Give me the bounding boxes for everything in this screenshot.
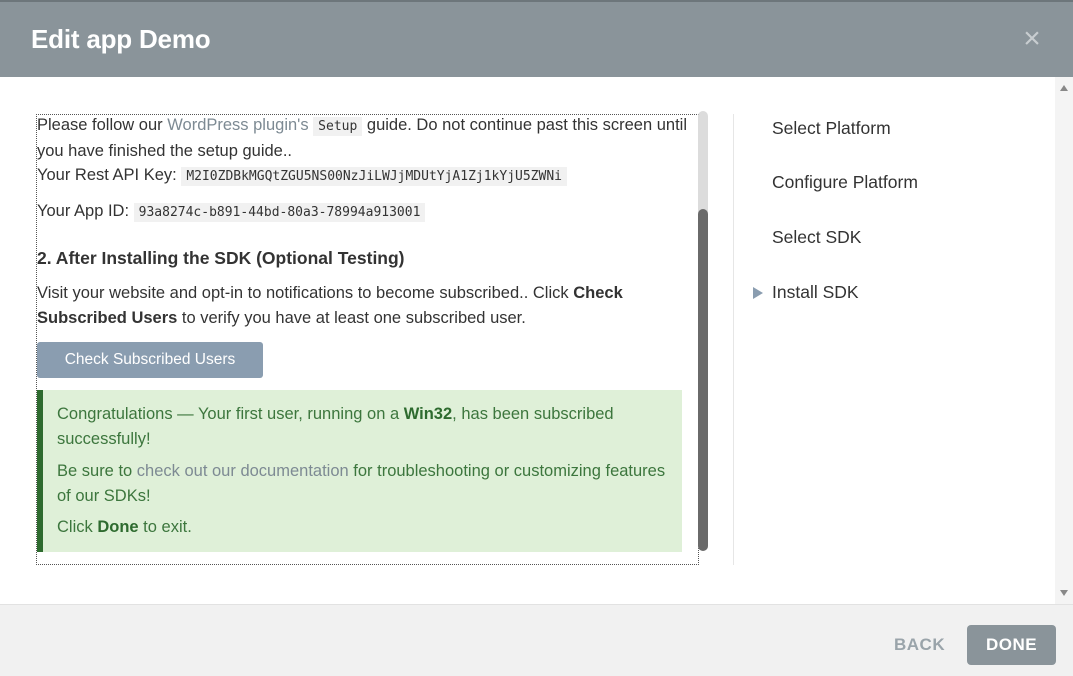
page-scrollbar[interactable]	[1055, 77, 1073, 604]
done-bold: Done	[97, 518, 139, 536]
rest-api-key-label: Your Rest API Key:	[37, 166, 177, 184]
docs-text: Be sure to	[57, 462, 137, 480]
modal-footer: BACK DONE	[0, 604, 1073, 676]
section-heading: 2. After Installing the SDK (Optional Te…	[37, 248, 405, 268]
visit-paragraph: Visit your website and opt-in to notific…	[37, 281, 677, 331]
back-button[interactable]: BACK	[894, 635, 945, 655]
modal-header: Edit app Demo ×	[0, 0, 1073, 77]
documentation-link[interactable]: check out our documentation	[137, 462, 349, 480]
current-step-arrow-icon	[753, 287, 763, 299]
visit-text: Visit your website and opt-in to notific…	[37, 284, 574, 302]
app-id-label: Your App ID:	[37, 202, 130, 220]
content-scroll-thumb[interactable]	[698, 209, 708, 551]
exit-text-after: to exit.	[138, 518, 192, 536]
app-id-row: Your App ID: 93a8274c-b891-44bd-80a3-789…	[37, 199, 426, 225]
visit-text-after: to verify you have at least one subscrib…	[177, 309, 526, 327]
content-scrollbar[interactable]	[698, 111, 708, 551]
install-instructions-pane[interactable]: Please follow our WordPress plugin's Set…	[36, 114, 699, 565]
success-line-1: Congratulations — Your first user, runni…	[57, 402, 667, 452]
step-configure-platform[interactable]: Configure Platform	[772, 172, 918, 193]
success-alert: Congratulations — Your first user, runni…	[37, 390, 682, 552]
step-select-platform[interactable]: Select Platform	[772, 118, 891, 139]
rest-api-key-value[interactable]: M2I0ZDBkMGQtZGU5NS00NzJiLWJjMDUtYjA1Zj1k…	[181, 167, 567, 186]
success-text: Congratulations — Your first user, runni…	[57, 405, 404, 423]
intro-text: Please follow our	[37, 116, 168, 134]
intro-paragraph: Please follow our WordPress plugin's Set…	[37, 115, 687, 164]
scroll-down-icon[interactable]	[1060, 590, 1068, 596]
steps-divider	[733, 114, 734, 565]
scroll-up-icon[interactable]	[1060, 85, 1068, 91]
modal-title: Edit app Demo	[31, 24, 211, 54]
step-select-sdk[interactable]: Select SDK	[772, 227, 861, 248]
done-button[interactable]: DONE	[967, 625, 1056, 665]
rest-api-key-row: Your Rest API Key: M2I0ZDBkMGQtZGU5NS00N…	[37, 163, 567, 189]
app-id-value[interactable]: 93a8274c-b891-44bd-80a3-78994a913001	[133, 203, 426, 222]
exit-text: Click	[57, 518, 98, 536]
step-install-sdk[interactable]: Install SDK	[772, 282, 859, 303]
success-line-3: Click Done to exit.	[57, 515, 667, 540]
close-icon[interactable]: ×	[1019, 24, 1045, 54]
success-line-2: Be sure to check out our documentation f…	[57, 459, 667, 509]
platform-name: Win32	[403, 405, 453, 423]
setup-code: Setup	[313, 117, 363, 136]
wordpress-plugin-link[interactable]: WordPress plugin's	[167, 116, 308, 134]
check-subscribed-users-button[interactable]: Check Subscribed Users	[37, 342, 263, 378]
